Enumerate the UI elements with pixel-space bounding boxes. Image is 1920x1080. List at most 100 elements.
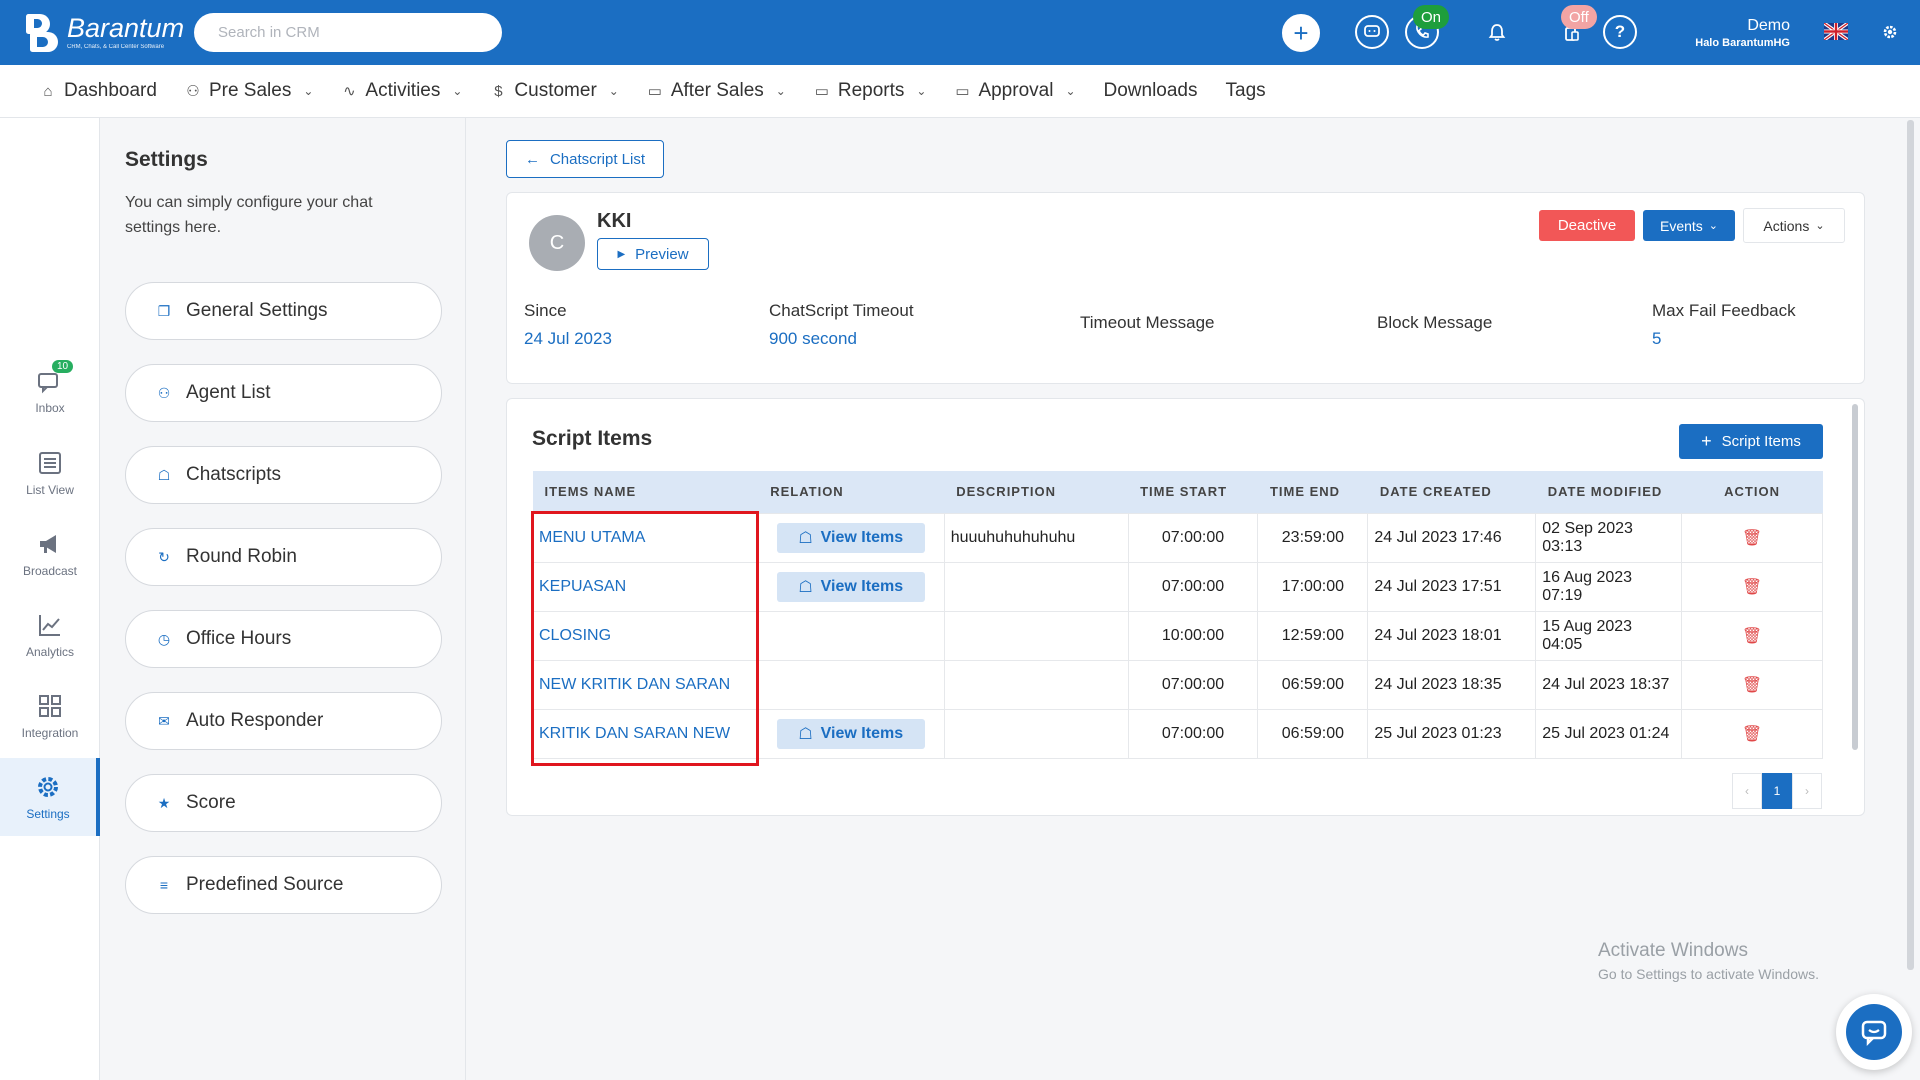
nav-tags[interactable]: Tags xyxy=(1226,80,1266,102)
item-name-link[interactable]: CLOSING xyxy=(532,610,759,661)
settings-agent-list[interactable]: ⚇ Agent List xyxy=(125,364,442,422)
help-icon[interactable]: ? xyxy=(1603,15,1637,49)
item-name-link[interactable]: KRITIK DAN SARAN NEW xyxy=(532,708,759,759)
chat-icon[interactable] xyxy=(1355,15,1389,49)
nav-activities[interactable]: ∿ Activities ⌄ xyxy=(341,80,462,102)
settings-score[interactable]: ★ Score xyxy=(125,774,442,832)
chevron-down-icon: ⌄ xyxy=(1065,84,1076,98)
item-name-link[interactable]: KEPUASAN xyxy=(532,561,759,612)
events-button[interactable]: Events ⌄ xyxy=(1643,210,1735,241)
settings-auto-responder[interactable]: ✉ Auto Responder xyxy=(125,692,442,750)
rail-item-settings[interactable]: Settings xyxy=(0,758,100,836)
trash-icon[interactable]: 🗑 xyxy=(1742,724,1762,744)
settings-general[interactable]: ❐ General Settings xyxy=(125,282,442,340)
chatscript-list-button[interactable]: ← Chatscript List xyxy=(506,140,664,178)
script-items-card: Script Items + Script Items ITEMS NAME R… xyxy=(506,398,1865,816)
pagination-page[interactable]: 1 xyxy=(1762,773,1792,809)
logo[interactable]: Barantum CRM, Chats, & Call Center Softw… xyxy=(26,14,184,52)
logo-name: Barantum xyxy=(67,13,185,43)
search-input[interactable] xyxy=(194,13,502,52)
add-script-item-button[interactable]: + Script Items xyxy=(1679,424,1823,459)
chevron-down-icon: ⌄ xyxy=(608,84,619,98)
view-items-button[interactable]: ☖ View Items xyxy=(776,522,925,553)
description-cell xyxy=(943,708,1129,759)
action-cell: 🗑 xyxy=(1681,610,1823,661)
description-cell xyxy=(943,561,1129,612)
view-items-button[interactable]: ☖ View Items xyxy=(776,571,925,602)
nav-pre-sales[interactable]: ⚇ Pre Sales ⌄ xyxy=(185,80,313,102)
col-relation[interactable]: RELATION xyxy=(758,471,945,513)
col-date-modified[interactable]: DATE MODIFIED xyxy=(1535,471,1682,513)
nav-customer[interactable]: $ Customer ⌄ xyxy=(490,80,619,102)
col-action: ACTION xyxy=(1681,471,1823,513)
rail-item-list-view[interactable]: List View xyxy=(0,434,100,512)
arrow-left-icon: ← xyxy=(524,150,540,168)
chat-support-button[interactable] xyxy=(1836,994,1912,1070)
user-org: Halo BarantumHG xyxy=(1695,37,1790,49)
col-description[interactable]: DESCRIPTION xyxy=(944,471,1129,513)
activity-icon: ∿ xyxy=(343,83,356,100)
table-scrollbar[interactable] xyxy=(1852,404,1858,750)
col-time-end[interactable]: TIME END xyxy=(1257,471,1368,513)
plus-icon[interactable]: + xyxy=(1282,14,1320,52)
deactive-button[interactable]: Deactive xyxy=(1539,210,1635,241)
action-cell: 🗑 xyxy=(1681,708,1823,759)
nav-approval[interactable]: ▭ Approval ⌄ xyxy=(954,80,1075,102)
col-time-start[interactable]: TIME START xyxy=(1128,471,1258,513)
rail-item-inbox[interactable]: 10 Inbox xyxy=(0,352,100,430)
relation-cell: ☖ View Items xyxy=(757,561,945,612)
settings-office-hours[interactable]: ◷ Office Hours xyxy=(125,610,442,668)
user-name: Demo xyxy=(1747,17,1790,34)
time-end-cell: 17:00:00 xyxy=(1257,561,1369,612)
item-name-link[interactable]: MENU UTAMA xyxy=(532,512,759,563)
trash-icon[interactable]: 🗑 xyxy=(1742,626,1762,646)
nav-reports[interactable]: ▭ Reports ⌄ xyxy=(814,80,927,102)
nav-after-sales[interactable]: ▭ After Sales ⌄ xyxy=(647,80,786,102)
chevron-down-icon: ⌄ xyxy=(916,84,927,98)
chevron-down-icon: ⌄ xyxy=(775,84,786,98)
relation-cell: ☖ View Items xyxy=(757,708,945,759)
folder-icon: ▭ xyxy=(647,83,662,100)
preview-button[interactable]: ▶ Preview xyxy=(597,238,709,270)
meta-chatscript-timeout: ChatScript Timeout 900 second xyxy=(769,301,914,348)
view-items-button[interactable]: ☖ View Items xyxy=(776,718,925,749)
time-start-cell: 10:00:00 xyxy=(1127,610,1259,661)
bell-icon[interactable] xyxy=(1480,15,1514,49)
pagination-next[interactable]: › xyxy=(1792,773,1822,809)
nav-downloads[interactable]: Downloads xyxy=(1104,80,1198,102)
gear-icon[interactable] xyxy=(1880,22,1900,42)
page-scrollbar[interactable] xyxy=(1907,120,1914,970)
item-name-link[interactable]: NEW KRITIK DAN SARAN xyxy=(532,659,759,710)
description-cell: huuuhuhuhuhuhu xyxy=(943,512,1129,563)
settings-panel: Settings You can simply configure your c… xyxy=(100,118,466,1080)
rail-item-broadcast[interactable]: Broadcast xyxy=(0,515,100,593)
actions-button[interactable]: Actions ⌄ xyxy=(1743,208,1845,243)
nav-dashboard[interactable]: ⌂ Dashboard xyxy=(40,80,156,102)
trash-icon[interactable]: 🗑 xyxy=(1742,528,1762,548)
date-modified-cell: 15 Aug 2023 04:05 xyxy=(1535,610,1683,661)
time-start-cell: 07:00:00 xyxy=(1127,659,1259,710)
chevron-down-icon: ⌄ xyxy=(303,84,314,98)
col-items-name[interactable]: ITEMS NAME xyxy=(532,471,759,513)
users-icon: ⚇ xyxy=(157,384,171,401)
pagination-prev[interactable]: ‹ xyxy=(1732,773,1762,809)
rail-item-integration[interactable]: Integration xyxy=(0,677,100,755)
time-end-cell: 23:59:00 xyxy=(1257,512,1369,563)
windows-watermark: Activate Windows Go to Settings to activ… xyxy=(1598,940,1819,982)
user-menu[interactable]: Demo Halo BarantumHG xyxy=(1695,17,1790,49)
settings-predefined-source[interactable]: ≡ Predefined Source xyxy=(125,856,442,914)
time-end-cell: 12:59:00 xyxy=(1257,610,1369,661)
script-header-card: C KKI ▶ Preview Deactive Events ⌄ Action… xyxy=(506,192,1865,384)
robot-icon: ☖ xyxy=(798,578,813,596)
device-status-badge: Off xyxy=(1561,5,1597,29)
uk-flag-icon[interactable] xyxy=(1824,23,1848,40)
trash-icon[interactable]: 🗑 xyxy=(1742,675,1762,695)
rail-item-analytics[interactable]: Analytics xyxy=(0,596,100,674)
col-date-created[interactable]: DATE CREATED xyxy=(1367,471,1536,513)
trash-icon[interactable]: 🗑 xyxy=(1742,577,1762,597)
date-created-cell: 24 Jul 2023 18:35 xyxy=(1367,659,1537,710)
settings-chatscripts[interactable]: ☖ Chatscripts xyxy=(125,446,442,504)
settings-round-robin[interactable]: ↻ Round Robin xyxy=(125,528,442,586)
robot-icon: ☖ xyxy=(157,466,171,483)
left-rail: 10 Inbox List View Broadcast Analytics I… xyxy=(0,118,100,1080)
